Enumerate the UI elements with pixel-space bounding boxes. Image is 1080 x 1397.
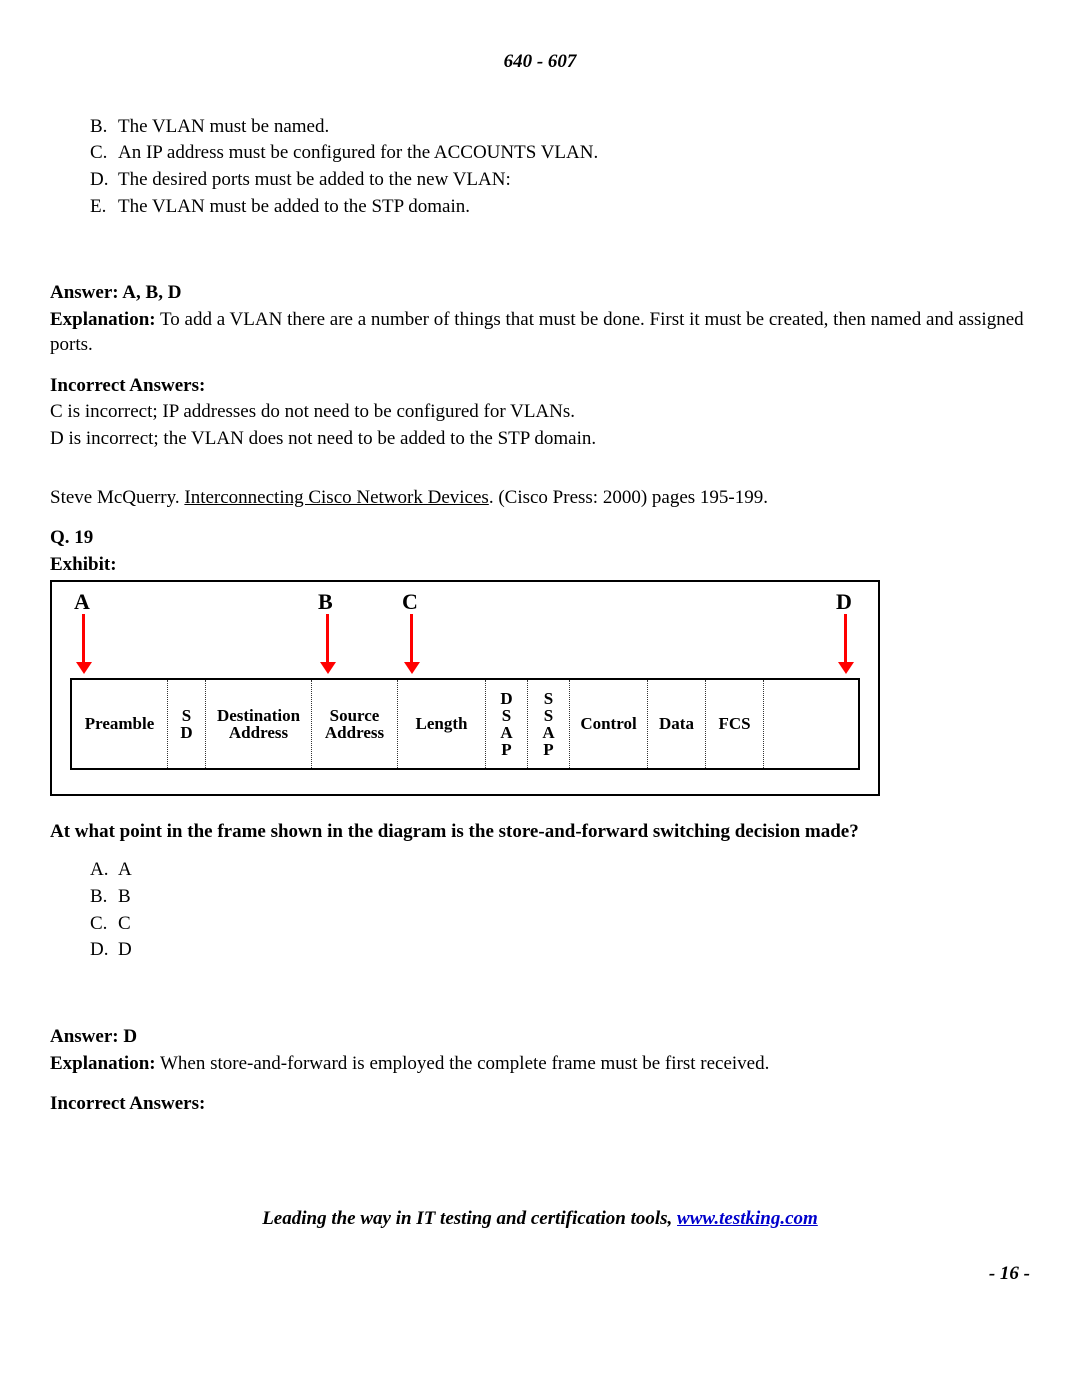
explanation-line: Explanation: To add a VLAN there are a n… [50,308,1030,357]
frame-cell-dest: DestinationAddress [206,680,312,768]
frame-cell-control: Control [570,680,648,768]
page-number: - 16 - [50,1262,1030,1287]
incorrect-answers-label: Incorrect Answers: [50,374,1030,399]
option-c: C. An IP address must be configured for … [90,141,1030,166]
frame-cell-sd: SD [168,680,206,768]
frame-cell-length: Length [398,680,486,768]
answer-line-2: Answer: D [50,1025,1030,1050]
arrow-label-b: B [318,588,333,617]
option-letter: B. [90,885,118,910]
q19-option-b: B. B [90,885,1030,910]
arrow-row: A B C D [70,592,860,678]
reference-title: Interconnecting Cisco Network Devices [184,487,488,508]
frame-cell-fcs: FCS [706,680,764,768]
reference-author: Steve McQuerry. [50,487,184,508]
page-footer: Leading the way in IT testing and certif… [50,1207,1030,1232]
option-letter: C. [90,912,118,937]
frame-cell-data: Data [648,680,706,768]
option-text: An IP address must be configured for the… [118,141,598,166]
explanation-text: To add a VLAN there are a number of thin… [50,309,1024,355]
frame-cell-ssap: SSAP [528,680,570,768]
option-text: B [118,885,131,910]
incorrect-line-2: D is incorrect; the VLAN does not need t… [50,427,1030,452]
arrow-b-icon [320,614,334,674]
option-letter: C. [90,141,118,166]
answer-line: Answer: A, B, D [50,281,1030,306]
explanation-text-2: When store-and-forward is employed the c… [156,1053,770,1074]
question-number: Q. 19 [50,526,1030,551]
option-text: D [118,938,132,963]
arrow-c-icon [404,614,418,674]
option-text: C [118,912,131,937]
arrow-label-d: D [836,588,852,617]
option-letter: A. [90,858,118,883]
q19-option-c: C. C [90,912,1030,937]
explanation-label-2: Explanation: [50,1053,156,1074]
frame-cell-preamble: Preamble [72,680,168,768]
q19-options-list: A. A B. B C. C D. D [90,858,1030,963]
explanation-line-2: Explanation: When store-and-forward is e… [50,1052,1030,1077]
incorrect-answers-label-2: Incorrect Answers: [50,1092,1030,1117]
option-e: E. The VLAN must be added to the STP dom… [90,195,1030,220]
option-d: D. The desired ports must be added to th… [90,168,1030,193]
frame-cell-dsap: DSAP [486,680,528,768]
reference-line: Steve McQuerry. Interconnecting Cisco Ne… [50,486,1030,511]
option-text: The VLAN must be added to the STP domain… [118,195,470,220]
option-text: The VLAN must be named. [118,115,329,140]
exhibit-diagram: A B C D Preamble SD DestinationAddress S… [50,580,880,796]
arrow-label-c: C [402,588,418,617]
incorrect-line-1: C is incorrect; IP addresses do not need… [50,400,1030,425]
option-letter: D. [90,938,118,963]
exhibit-label: Exhibit: [50,553,1030,578]
question-text: At what point in the frame shown in the … [50,820,1030,845]
option-letter: E. [90,195,118,220]
page-header: 640 - 607 [50,50,1030,75]
q19-option-a: A. A [90,858,1030,883]
arrow-d-icon [838,614,852,674]
frame-cell-empty [764,680,858,768]
q19-option-d: D. D [90,938,1030,963]
frame-cell-src: SourceAddress [312,680,398,768]
frame-table: Preamble SD DestinationAddress SourceAdd… [70,678,860,770]
reference-post: . (Cisco Press: 2000) pages 195-199. [489,487,768,508]
arrow-a-icon [76,614,90,674]
explanation-label: Explanation: [50,309,156,330]
footer-link[interactable]: www.testking.com [677,1208,818,1229]
footer-text: Leading the way in IT testing and certif… [262,1208,677,1229]
option-letter: D. [90,168,118,193]
option-text: The desired ports must be added to the n… [118,168,511,193]
option-text: A [118,858,132,883]
arrow-label-a: A [74,588,90,617]
option-letter: B. [90,115,118,140]
top-options-list: B. The VLAN must be named. C. An IP addr… [90,115,1030,220]
option-b: B. The VLAN must be named. [90,115,1030,140]
